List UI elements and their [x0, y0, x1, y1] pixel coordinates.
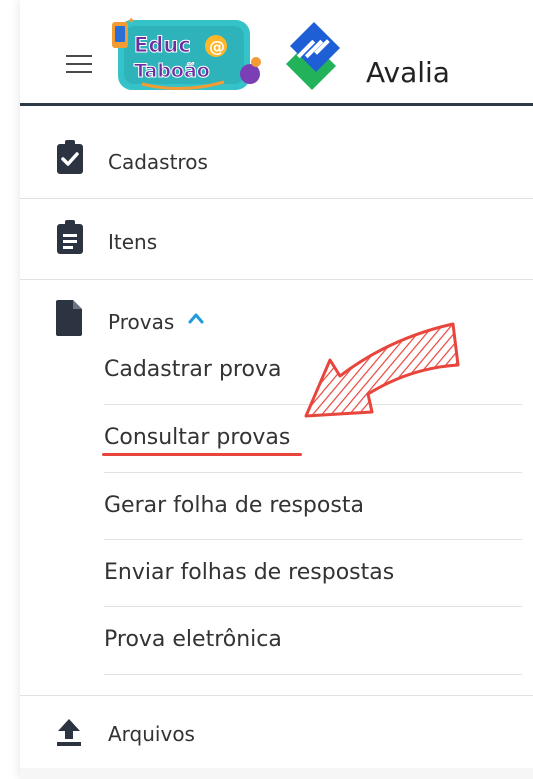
divider — [104, 674, 522, 675]
submenu-enviar-folhas-respostas[interactable]: Enviar folhas de respostas — [104, 560, 394, 585]
sidebar-item-label: Provas — [108, 310, 175, 334]
svg-text:Educ: Educ — [134, 33, 191, 57]
submenu-cadastrar-prova[interactable]: Cadastrar prova — [104, 357, 281, 382]
sidebar-item-label: Arquivos — [108, 722, 195, 746]
submenu-consultar-provas[interactable]: Consultar provas — [104, 425, 290, 450]
app-header: Educ @ Taboão ✦ Avalia — [20, 0, 533, 106]
annotation-underline — [102, 453, 302, 456]
menu-hamburger-icon[interactable] — [66, 55, 92, 75]
file-icon — [56, 300, 82, 336]
sidebar-item-itens[interactable]: Itens — [20, 199, 533, 279]
clipboard-list-icon — [57, 220, 83, 254]
app-title: Avalia — [366, 56, 450, 89]
logo-sparkle: ✦ — [127, 16, 135, 27]
panel-footer-edge — [20, 768, 533, 779]
divider — [104, 539, 522, 540]
upload-icon — [57, 719, 81, 746]
svg-text:@: @ — [209, 37, 225, 56]
divider — [104, 606, 522, 607]
sidebar-item-arquivos[interactable]: Arquivos — [20, 696, 533, 768]
annotation-arrow-icon — [304, 322, 460, 418]
sidebar-panel: Educ @ Taboão ✦ Avalia Cadastros Itens P… — [20, 0, 533, 779]
svg-text:Taboão: Taboão — [134, 60, 210, 82]
educa-taboao-logo: Educ @ Taboão ✦ — [112, 16, 261, 90]
sidebar-item-label: Cadastros — [108, 150, 208, 174]
divider — [104, 472, 522, 473]
sidebar-item-cadastros[interactable]: Cadastros — [20, 118, 533, 198]
submenu-gerar-folha-resposta[interactable]: Gerar folha de resposta — [104, 493, 364, 518]
sidebar-item-label: Itens — [108, 230, 158, 254]
avalia-logo — [286, 22, 340, 90]
submenu-prova-eletronica[interactable]: Prova eletrônica — [104, 627, 282, 652]
chevron-up-icon[interactable] — [188, 312, 204, 324]
clipboard-check-icon — [57, 140, 83, 174]
